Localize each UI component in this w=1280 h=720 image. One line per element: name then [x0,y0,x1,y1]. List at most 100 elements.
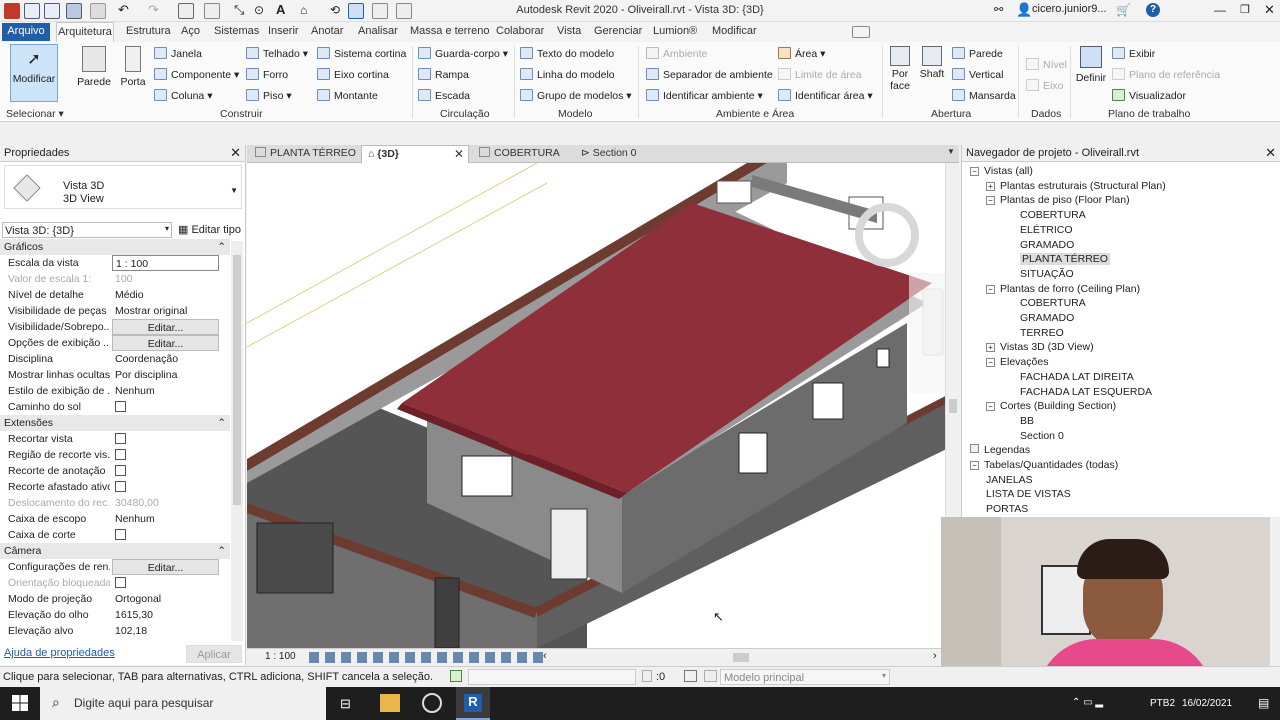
property-row[interactable]: Região de recorte vis... [4,447,219,463]
janela-button[interactable]: Janela [154,47,202,60]
apply-button[interactable]: Aplicar [186,645,242,663]
property-row[interactable]: Estilo de exibição de ... Nenhum [4,383,219,399]
property-row[interactable]: Caixa de corte [4,527,219,543]
tab-arquitetura[interactable]: Arquitetura [56,22,114,42]
close-icon[interactable]: ✕ [1265,146,1276,159]
section-graficos[interactable]: Gráficos ⌃ [0,239,230,255]
identificar-area-button[interactable]: Identificar área ▾ [778,89,873,102]
property-value[interactable]: Coordenação [112,351,219,367]
ambiente-button[interactable]: Ambiente [646,47,707,60]
tab-estrutura[interactable]: Estrutura [126,25,171,37]
chrome-icon[interactable] [422,693,442,713]
property-value[interactable] [112,447,219,463]
property-checkbox[interactable] [115,577,126,588]
tab-section-0[interactable]: ⊳ Section 0 [581,147,637,159]
property-row[interactable]: Mostrar linhas ocultas Por disciplina [4,367,219,383]
hscroll-thumb[interactable] [733,653,749,662]
mansarda-button[interactable]: Mansarda [952,89,1016,102]
por-face-button[interactable]: Por face [886,46,914,102]
properties-help-link[interactable]: Ajuda de propriedades [4,647,115,659]
tab-lumion[interactable]: Lumion® [653,25,697,37]
property-value[interactable] [112,431,219,447]
close-tab-icon[interactable]: ✕ [454,147,464,161]
ribbon-toggle-icon[interactable] [852,26,870,38]
properties-scrollbar[interactable] [231,241,243,641]
property-checkbox[interactable] [115,401,126,412]
property-row[interactable]: Modo de projeção Ortogonal [4,591,219,607]
windows-start-icon[interactable] [12,695,28,711]
property-value[interactable]: Médio [112,287,219,303]
revit-taskbar-button[interactable]: R [456,687,490,720]
property-checkbox[interactable] [115,481,126,492]
escada-button[interactable]: Escada [418,89,470,102]
section-extensoes[interactable]: Extensões ⌃ [0,415,230,431]
collapse-icon[interactable]: − [986,284,995,294]
help-icon[interactable]: ? [1146,3,1160,17]
edit-button[interactable]: Editar... [112,319,219,335]
task-view-icon[interactable]: ⊟ [340,696,351,712]
user-name[interactable]: cicero.junior9... [1032,3,1107,15]
property-row[interactable]: Caixa de escopo Nenhum [4,511,219,527]
scroll-right-icon[interactable]: › [933,650,937,662]
property-row[interactable]: Opções de exibição ... Editar... [4,335,219,351]
eixo-cortina-button[interactable]: Eixo cortina [317,68,389,81]
view-controls-icons[interactable] [309,652,543,663]
minimize-button[interactable]: — [1214,3,1226,17]
property-row[interactable]: Recortar vista [4,431,219,447]
nivel-button[interactable]: Nível [1026,58,1067,71]
tab-vista[interactable]: Vista [557,25,581,37]
taskbar-search[interactable]: ⌕ Digite aqui para pesquisar [40,687,326,720]
notification-icon[interactable]: ▤ [1258,696,1269,710]
tab-massa-terreno[interactable]: Massa e terreno [410,25,489,37]
porta-button[interactable]: Porta [118,44,148,102]
property-checkbox[interactable] [115,449,126,460]
telhado-button[interactable]: Telhado ▾ [246,47,308,60]
browser-tree-item[interactable]: ELÉTRICO [1020,224,1073,236]
property-checkbox[interactable] [115,465,126,476]
tabs-dropdown-icon[interactable]: ▼ [947,147,955,156]
property-row[interactable]: Escala da vista 1 : 100 [4,255,219,271]
linha-modelo-button[interactable]: Linha do modelo [520,68,615,81]
selecionar-dropdown[interactable]: Selecionar ▾ [6,108,64,120]
property-value[interactable]: 100 [112,271,219,287]
taskbar-date[interactable]: 16/02/2021 [1182,698,1232,709]
3d-viewport[interactable]: ↖ [247,163,959,648]
property-value[interactable] [112,463,219,479]
property-value[interactable]: 30480,00 [112,495,219,511]
property-value[interactable]: Nenhum [112,511,219,527]
type-selector[interactable]: Vista 3D 3D View ▼ [4,165,242,209]
property-row[interactable]: Deslocamento do rec... 30480,00 [4,495,219,511]
scrollbar-thumb[interactable] [233,255,241,505]
property-row[interactable]: Recorte de anotação [4,463,219,479]
tab-anotar[interactable]: Anotar [311,25,343,37]
property-row[interactable]: Recorte afastado ativo [4,479,219,495]
plano-referencia-button[interactable]: Plano de referência [1112,68,1220,81]
property-value[interactable]: Por disciplina [112,367,219,383]
coluna-button[interactable]: Coluna ▾ [154,89,212,102]
browser-tree-item[interactable]: Section 0 [1020,430,1064,442]
property-value[interactable] [112,575,219,591]
eixo-button[interactable]: Eixo [1026,79,1063,92]
property-value[interactable] [112,527,219,543]
property-value[interactable] [112,399,219,415]
close-button[interactable]: ✕ [1264,2,1275,18]
rampa-button[interactable]: Rampa [418,68,469,81]
visualizador-button[interactable]: Visualizador [1112,89,1186,102]
exibir-button[interactable]: Exibir [1112,47,1155,60]
tab-planta-terreo[interactable]: PLANTA TÉRREO [255,147,363,159]
tab-arquivo[interactable]: Arquivo [2,23,50,41]
edit-button[interactable]: Editar... [112,559,219,575]
property-row[interactable]: Valor de escala 1: 100 [4,271,219,287]
view-scale[interactable]: 1 : 100 [265,651,296,662]
property-row[interactable]: Caminho do sol [4,399,219,415]
parede-abertura-button[interactable]: Parede [952,47,1003,60]
collapse-icon[interactable]: − [970,461,979,470]
grupo-modelos-button[interactable]: Grupo de modelos ▾ [520,89,632,102]
shaft-button[interactable]: Shaft [918,46,946,102]
property-value[interactable]: Mostrar original [112,303,219,319]
collapse-icon[interactable]: − [986,358,995,368]
tab-analisar[interactable]: Analisar [358,25,398,37]
property-row[interactable]: Elevação do olho 1615,30 [4,607,219,623]
house-3d-model[interactable]: ↖ [247,163,959,648]
edit-type-button[interactable]: ▦ Editar tipo [178,223,241,236]
